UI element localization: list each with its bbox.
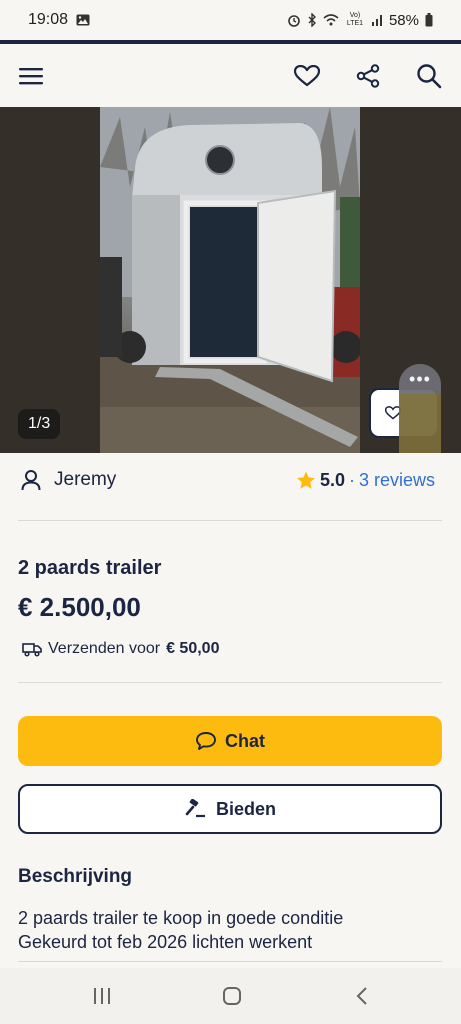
volume-more-button[interactable]: ••• [399,364,441,394]
chat-label: Chat [225,730,265,751]
search-button[interactable] [411,58,447,94]
divider [18,961,442,962]
signal-icon [371,15,382,26]
bid-label: Bieden [215,798,276,819]
share-button[interactable] [350,58,386,94]
hamburger-icon [19,68,43,85]
wifi-icon [323,14,339,26]
trailer-photo-illustration [100,107,360,453]
recent-apps-icon [94,988,110,1004]
divider [18,520,442,521]
volume-slider[interactable]: ••• [399,364,441,453]
back-icon [356,987,367,1005]
seller-rating[interactable]: 5.0 · 3 reviews [296,470,435,491]
gavel-icon [185,799,205,818]
network-label: Vo) LTE1 [346,12,364,27]
heart-icon [294,65,320,87]
home-icon [223,987,241,1005]
reviews-link[interactable]: 3 reviews [359,470,435,491]
gallery-notification-icon [76,14,90,26]
listing-photo[interactable] [100,107,360,453]
rating-separator: · [349,470,356,490]
seller-row[interactable]: Jeremy 5.0 · 3 reviews [0,453,461,507]
listing-price: € 2.500,00 [18,592,141,622]
status-time: 19:08 [28,11,69,28]
status-bar: 19:08 Vo) LTE1 58% [0,0,461,40]
seller-name[interactable]: Jeremy [54,469,116,491]
favorite-header-button[interactable] [289,58,325,94]
image-counter: 1/3 [18,409,61,439]
description-text: 2 paards trailer te koop in goede condit… [18,906,448,954]
rating-score: 5.0 [320,470,346,490]
chat-button[interactable]: Chat [18,716,442,766]
shipping-price: € 50,00 [166,640,220,657]
listing-title: 2 paards trailer [18,557,162,579]
bluetooth-icon [308,13,316,27]
home-button[interactable] [218,984,246,1008]
battery-percent: 58% [388,11,419,29]
description-line: Gekeurd tot feb 2026 lichten werkent [18,932,313,952]
star-icon [297,471,315,489]
delivery-truck-icon [22,643,42,657]
battery-icon [425,13,433,27]
share-icon [356,64,380,88]
shipping-label: Verzenden voor [48,640,161,657]
alarm-icon [288,15,300,27]
search-icon [417,64,442,89]
system-nav-bar [0,968,461,1024]
description-heading: Beschrijving [18,866,133,887]
bid-button[interactable]: Bieden [18,784,442,834]
chat-bubble-icon [196,732,216,750]
divider [18,682,442,683]
image-gallery[interactable]: 1/3 ••• [0,107,461,453]
menu-button[interactable] [13,58,49,94]
app-header [0,44,461,107]
recent-apps-button[interactable] [88,984,116,1008]
description-line: 2 paards trailer te koop in goede condit… [18,908,344,928]
shipping-info: Verzenden voor € 50,00 [22,640,219,658]
back-button[interactable] [348,984,376,1008]
user-icon [21,470,41,491]
